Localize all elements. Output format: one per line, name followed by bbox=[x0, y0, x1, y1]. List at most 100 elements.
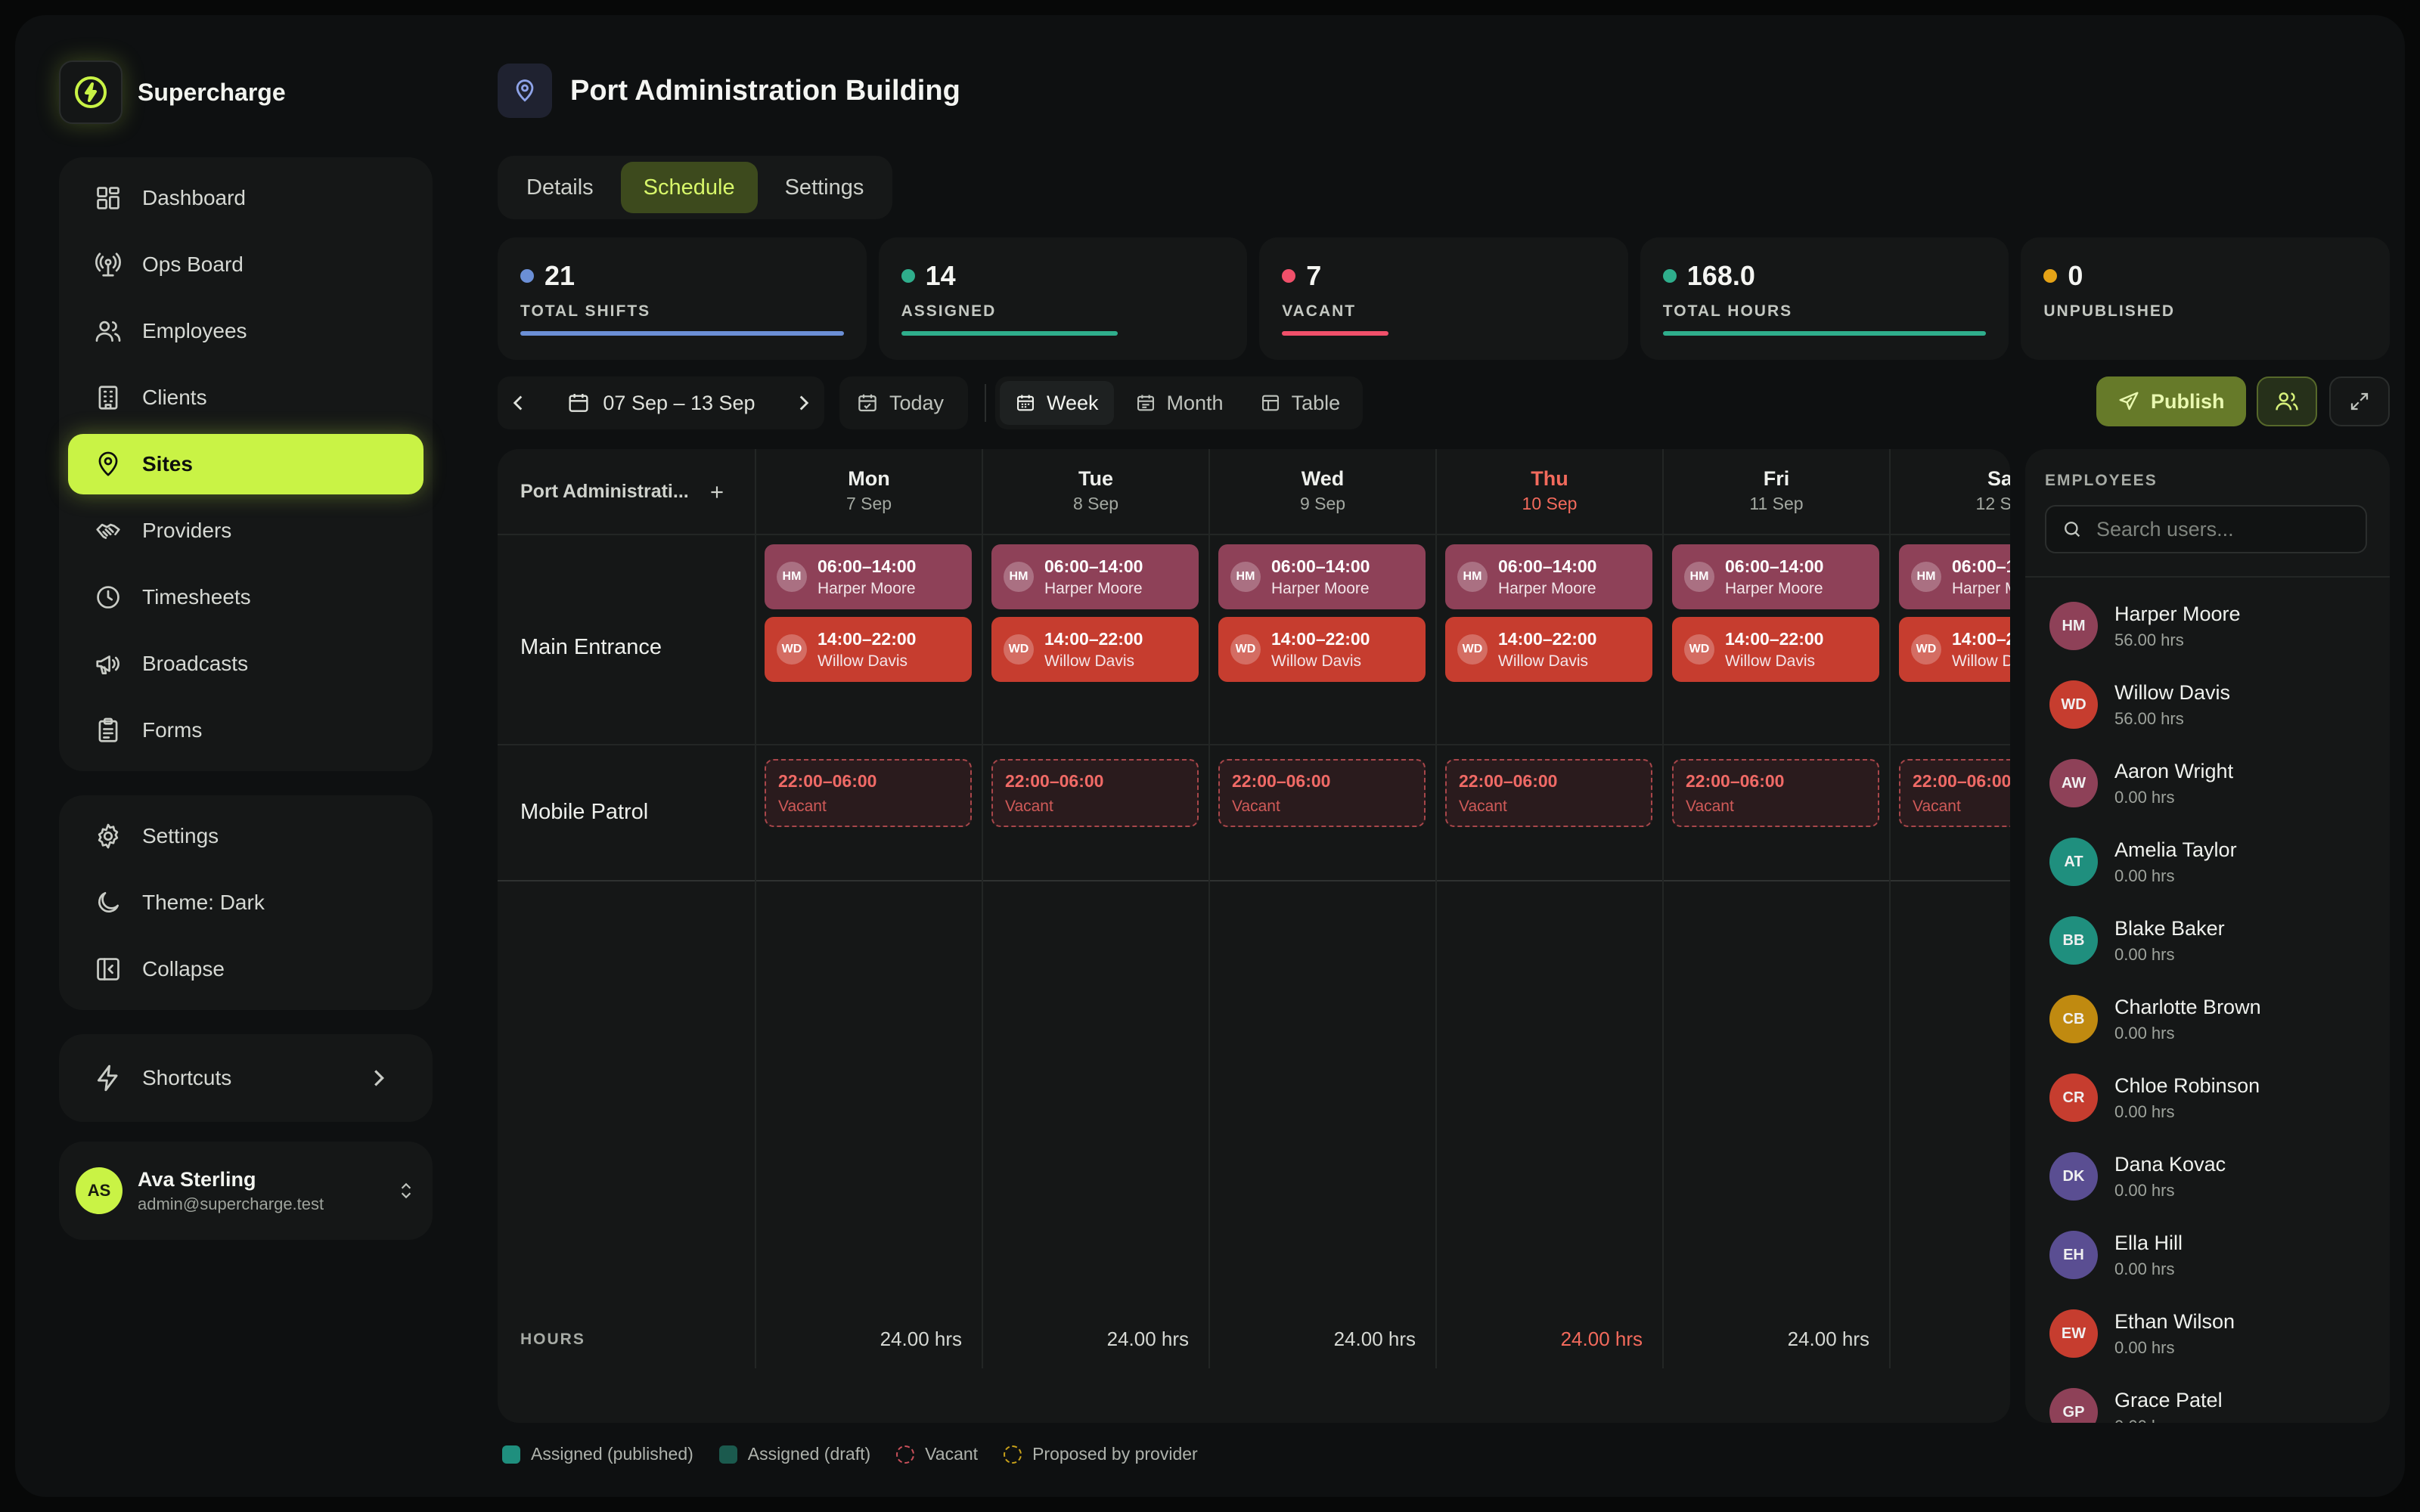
vacant-shift-card[interactable]: 22:00–06:00 Vacant bbox=[765, 759, 972, 827]
main-nav: Dashboard Ops Board Employees Clients Sites P… bbox=[59, 157, 433, 771]
tab-schedule[interactable]: Schedule bbox=[620, 162, 758, 213]
shift-card[interactable]: WD 14:00–22:00 Willow Davis bbox=[1445, 617, 1652, 682]
nav-item-providers[interactable]: Providers bbox=[68, 500, 424, 561]
legend-item: Proposed by provider bbox=[1004, 1444, 1198, 1464]
nav-item-ops-board[interactable]: Ops Board bbox=[68, 234, 424, 295]
shift-card[interactable]: WD 14:00–22:00 Willow Davis bbox=[1899, 617, 2010, 682]
vacant-shift-card[interactable]: 22:00–06:00 Vacant bbox=[1672, 759, 1879, 827]
nav-item-sites[interactable]: Sites bbox=[68, 434, 424, 494]
publish-button[interactable]: Publish bbox=[2096, 376, 2246, 426]
shift-card[interactable]: WD 14:00–22:00 Willow Davis bbox=[765, 617, 972, 682]
shift-card[interactable]: HM 06:00–14:00 Harper Moore bbox=[1899, 544, 2010, 609]
nav-item-dashboard[interactable]: Dashboard bbox=[68, 168, 424, 228]
publish-label: Publish bbox=[2151, 389, 2225, 413]
brand[interactable]: Supercharge bbox=[59, 60, 286, 124]
sidebar: Supercharge Dashboard Ops Board Employees C… bbox=[15, 15, 469, 1497]
site-header: Port Administrati... bbox=[520, 481, 727, 503]
tab-details[interactable]: Details bbox=[504, 162, 616, 213]
chevron-left-icon[interactable] bbox=[505, 390, 531, 416]
vacant-shift-card[interactable]: 22:00–06:00 Vacant bbox=[1445, 759, 1652, 827]
avatar: HM bbox=[777, 562, 807, 592]
stat-label: TOTAL SHIFTS bbox=[520, 302, 651, 320]
vacant-shift-card[interactable]: 22:00–06:00 Vacant bbox=[1218, 759, 1426, 827]
shift-time: 14:00–22:00 bbox=[818, 628, 917, 649]
avatar: WD bbox=[1004, 634, 1034, 665]
schedule-toolbar: 07 Sep – 13 Sep Today Week Month Table Pub… bbox=[498, 376, 2390, 429]
divider bbox=[498, 880, 2010, 881]
users-icon bbox=[2276, 392, 2298, 411]
employee-hours: 0.00 hrs bbox=[2114, 787, 2175, 807]
status-dot bbox=[1662, 269, 1677, 283]
shift-card[interactable]: HM 06:00–14:00 Harper Moore bbox=[765, 544, 972, 609]
avatar: EW bbox=[2049, 1309, 2098, 1358]
employee-list-item[interactable]: GP Grace Patel 0.00 hrs bbox=[2025, 1373, 2390, 1423]
employee-list-item[interactable]: EW Ethan Wilson 0.00 hrs bbox=[2025, 1294, 2390, 1373]
employee-name: Amelia Taylor bbox=[2114, 838, 2237, 861]
legend-item: Assigned (published) bbox=[502, 1444, 693, 1464]
employee-name: Harper Moore bbox=[2114, 602, 2241, 625]
tab-settings[interactable]: Settings bbox=[762, 162, 887, 213]
search-icon bbox=[2065, 522, 2080, 538]
vacant-shift-card[interactable]: 22:00–06:00 Vacant bbox=[1899, 759, 2010, 827]
employee-list-item[interactable]: CR Chloe Robinson 0.00 hrs bbox=[2025, 1058, 2390, 1137]
view-table-button[interactable]: Table bbox=[1245, 381, 1356, 425]
nav-item-broadcasts[interactable]: Broadcasts bbox=[68, 634, 424, 694]
nav-item-forms[interactable]: Forms bbox=[68, 700, 424, 761]
shift-card[interactable]: WD 14:00–22:00 Willow Davis bbox=[1218, 617, 1426, 682]
day-total-hours: 24.00 hrs bbox=[880, 1328, 962, 1350]
user-email: admin@supercharge.test bbox=[138, 1194, 324, 1213]
shift-card[interactable]: HM 06:00–14:00 Harper Moore bbox=[991, 544, 1199, 609]
nav-item-settings[interactable]: Settings bbox=[68, 806, 424, 866]
day-total-hours: 24.00 hrs bbox=[1106, 1328, 1189, 1350]
vacant-shift-card[interactable]: 22:00–06:00 Vacant bbox=[991, 759, 1199, 827]
shift-card[interactable]: WD 14:00–22:00 Willow Davis bbox=[1672, 617, 1879, 682]
shift-status: Vacant bbox=[1913, 798, 1961, 815]
employee-list-item[interactable]: AT Amelia Taylor 0.00 hrs bbox=[2025, 823, 2390, 901]
nav-item-employees[interactable]: Employees bbox=[68, 301, 424, 361]
chevron-right-icon[interactable] bbox=[791, 390, 817, 416]
view-month-button[interactable]: Month bbox=[1120, 381, 1239, 425]
clock-icon bbox=[97, 586, 119, 609]
status-dot bbox=[1282, 269, 1296, 283]
nav-item-collapse[interactable]: Collapse bbox=[68, 939, 424, 999]
user-menu[interactable]: AS Ava Sterling admin@supercharge.test bbox=[59, 1142, 433, 1240]
plus-icon[interactable] bbox=[707, 482, 727, 502]
employee-list-item[interactable]: WD Willow Davis 56.00 hrs bbox=[2025, 665, 2390, 744]
day-name: Tue bbox=[1078, 467, 1113, 490]
nav-item-theme-dark[interactable]: Theme: Dark bbox=[68, 872, 424, 933]
shift-card[interactable]: HM 06:00–14:00 Harper Moore bbox=[1218, 544, 1426, 609]
stat-label: ASSIGNED bbox=[901, 302, 997, 320]
nav-item-timesheets[interactable]: Timesheets bbox=[68, 567, 424, 627]
today-button[interactable]: Today bbox=[839, 376, 968, 429]
shift-card[interactable]: WD 14:00–22:00 Willow Davis bbox=[991, 617, 1199, 682]
employee-name: Willow Davis bbox=[2114, 680, 2231, 704]
shift-card[interactable]: HM 06:00–14:00 Harper Moore bbox=[1445, 544, 1652, 609]
employee-list-item[interactable]: CB Charlotte Brown 0.00 hrs bbox=[2025, 980, 2390, 1058]
employee-list-item[interactable]: DK Dana Kovac 0.00 hrs bbox=[2025, 1137, 2390, 1216]
fullscreen-button[interactable] bbox=[2329, 376, 2390, 426]
view-week-button[interactable]: Week bbox=[1000, 381, 1114, 425]
avatar: CR bbox=[2049, 1074, 2098, 1122]
nav-label: Forms bbox=[142, 718, 203, 742]
main-content: Port Administration Building Details Sche… bbox=[482, 15, 2405, 1497]
day-name: Thu bbox=[1531, 467, 1568, 490]
employee-list-item[interactable]: EH Ella Hill 0.00 hrs bbox=[2025, 1216, 2390, 1294]
employee-name: Ella Hill bbox=[2114, 1231, 2183, 1254]
nav-item-clients[interactable]: Clients bbox=[68, 367, 424, 428]
date-range-button[interactable]: 07 Sep – 13 Sep bbox=[566, 391, 755, 415]
employee-list-item[interactable]: AW Aaron Wright 0.00 hrs bbox=[2025, 744, 2390, 823]
page-title: Port Administration Building bbox=[570, 74, 960, 107]
row-label-mobile-patrol: Mobile Patrol bbox=[520, 800, 649, 824]
shift-card[interactable]: HM 06:00–14:00 Harper Moore bbox=[1672, 544, 1879, 609]
shortcuts-button[interactable]: Shortcuts bbox=[68, 1048, 424, 1108]
day-date: 10 Sep bbox=[1522, 494, 1578, 513]
avatar: HM bbox=[2049, 602, 2098, 650]
status-dot bbox=[2043, 269, 2058, 283]
employee-hours: 0.00 hrs bbox=[2114, 1259, 2175, 1278]
date-range-picker: 07 Sep – 13 Sep bbox=[498, 376, 824, 429]
employees-panel-toggle[interactable] bbox=[2257, 376, 2317, 426]
search-input[interactable]: Search users... bbox=[2045, 505, 2367, 553]
employee-list-item[interactable]: BB Blake Baker 0.00 hrs bbox=[2025, 901, 2390, 980]
user-name: Ava Sterling bbox=[138, 1167, 256, 1191]
employee-list-item[interactable]: HM Harper Moore 56.00 hrs bbox=[2025, 587, 2390, 665]
